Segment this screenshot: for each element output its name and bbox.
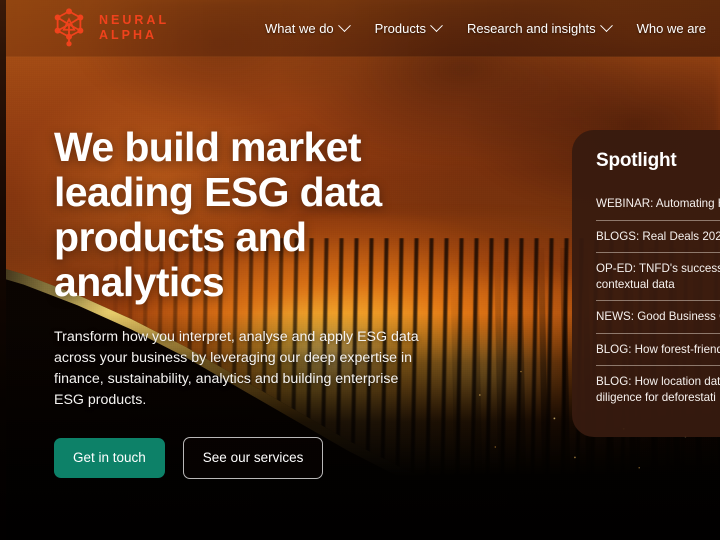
nav-item-products[interactable]: Products — [374, 18, 443, 36]
hero-section: We build market leading ESG data product… — [54, 125, 484, 479]
nav-item-label: Products — [374, 20, 426, 36]
nav-item-label: What we do — [265, 20, 334, 36]
primary-navigation: What we do Products Research and insight… — [265, 18, 706, 36]
get-in-touch-button[interactable]: Get in touch — [54, 438, 165, 478]
hero-subtitle: Transform how you interpret, analyse and… — [54, 329, 419, 408]
spotlight-item-blog-forest-friendly[interactable]: BLOG: How forest-friend — [596, 334, 720, 366]
nav-item-label: Research and insights — [466, 20, 596, 36]
nav-item-who-we-are[interactable]: Who we are — [637, 21, 706, 36]
hero-cta-group: Get in touch See our services — [54, 437, 484, 479]
spotlight-title: Spotlight — [596, 150, 677, 171]
left-edge-gutter — [0, 0, 6, 540]
browser-viewport: NEURAL ALPHA What we do Products Researc… — [0, 0, 720, 540]
brand-name-line-1: NEURAL — [99, 13, 170, 28]
neural-alpha-node-graph-logo-icon — [54, 8, 84, 47]
spotlight-item-blog-location-data[interactable]: BLOG: How location data diligence for de… — [596, 366, 720, 413]
nav-item-label: Who we are — [636, 20, 706, 36]
chevron-down-icon — [430, 18, 443, 32]
brand-logo[interactable]: NEURAL ALPHA — [48, 7, 169, 49]
brand-wordmark: NEURAL ALPHA — [99, 13, 169, 43]
brand-name-line-2: ALPHA — [99, 28, 158, 42]
site-header: NEURAL ALPHA What we do Products Researc… — [6, 0, 720, 57]
spotlight-item-blogs-real-deals[interactable]: BLOGS: Real Deals 2024 — [596, 221, 720, 253]
nav-item-research-and-insights[interactable]: Research and insights — [466, 18, 613, 36]
spotlight-list: WEBINAR: Automating H BLOGS: Real Deals … — [596, 188, 720, 413]
chevron-down-icon — [599, 18, 613, 32]
nav-item-what-we-do[interactable]: What we do — [265, 18, 351, 36]
see-our-services-button[interactable]: See our services — [182, 437, 324, 479]
spotlight-item-news-good-business[interactable]: NEWS: Good Business C — [596, 301, 720, 334]
chevron-down-icon — [337, 18, 351, 32]
spotlight-item-webinar[interactable]: WEBINAR: Automating H — [596, 188, 720, 221]
spotlight-item-op-ed-tnfd[interactable]: OP-ED: TNFD's success contextual data — [596, 253, 720, 301]
spotlight-panel: Spotlight WEBINAR: Automating H BLOGS: R… — [572, 130, 720, 437]
hero-headline: We build market leading ESG data product… — [54, 124, 382, 305]
